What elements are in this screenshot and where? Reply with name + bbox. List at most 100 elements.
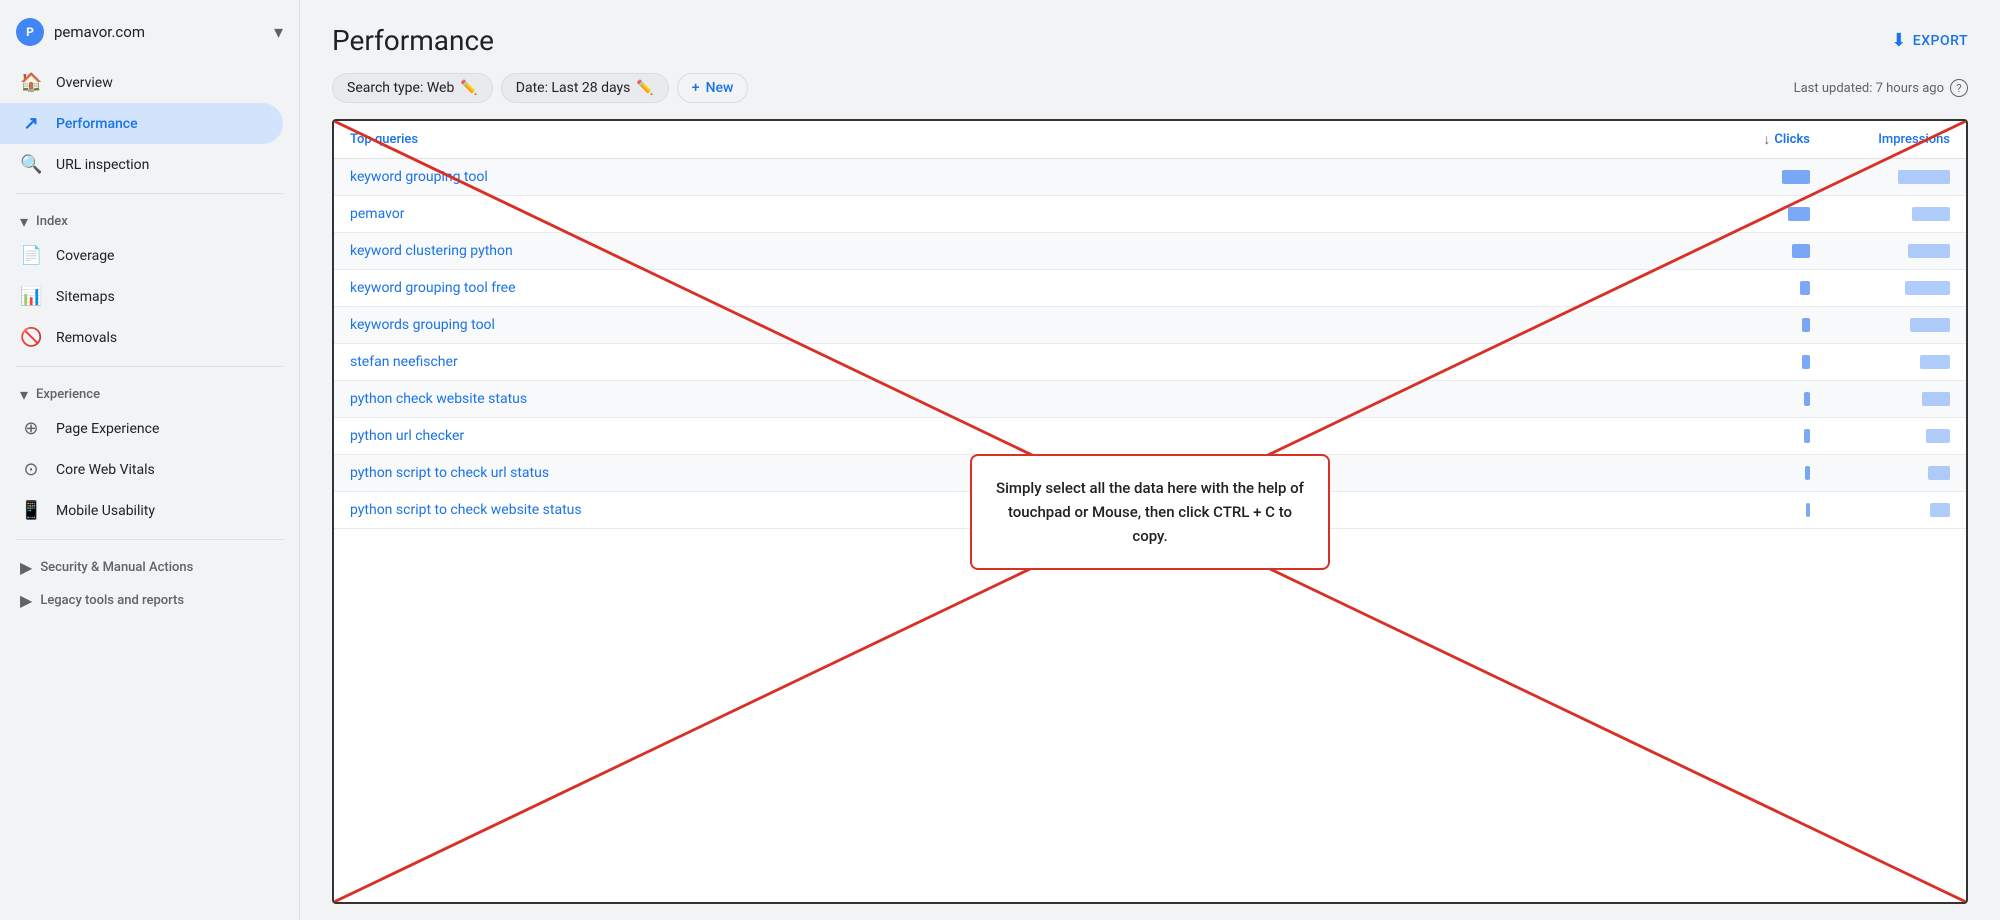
query-text: python url checker bbox=[350, 428, 1670, 444]
impressions-bar bbox=[1926, 429, 1950, 443]
help-icon[interactable]: ? bbox=[1950, 79, 1968, 97]
impressions-bar-cell bbox=[1810, 170, 1950, 184]
clicks-bar bbox=[1805, 466, 1810, 480]
mobile-usability-icon: 📱 bbox=[20, 500, 42, 521]
impressions-bar-cell bbox=[1810, 392, 1950, 406]
col-impressions-header[interactable]: Impressions bbox=[1810, 132, 1950, 147]
impressions-bar bbox=[1905, 281, 1950, 295]
search-type-filter[interactable]: Search type: Web ✏️ bbox=[332, 73, 493, 103]
clicks-bar bbox=[1800, 281, 1810, 295]
clicks-bar bbox=[1804, 392, 1810, 406]
page-experience-icon: ⊕ bbox=[20, 418, 42, 439]
sidebar-item-page-experience[interactable]: ⊕ Page Experience bbox=[0, 408, 283, 449]
instruction-tooltip: Simply select all the data here with the… bbox=[970, 454, 1330, 570]
removals-icon: 🚫 bbox=[20, 327, 42, 348]
tooltip-text: Simply select all the data here with the… bbox=[996, 479, 1304, 545]
site-name: pemavor.com bbox=[54, 23, 264, 41]
col-clicks-header[interactable]: ↓ Clicks bbox=[1670, 131, 1810, 148]
impressions-bar-cell bbox=[1810, 207, 1950, 221]
table-row[interactable]: python url checker bbox=[334, 418, 1966, 455]
clicks-bar bbox=[1782, 170, 1810, 184]
table-row[interactable]: keyword clustering python bbox=[334, 233, 1966, 270]
impressions-bar-cell bbox=[1810, 503, 1950, 517]
performance-icon: ↗ bbox=[20, 113, 42, 134]
export-icon: ⬇ bbox=[1891, 30, 1907, 51]
clicks-bar-cell bbox=[1670, 503, 1810, 517]
index-arrow-icon: ▾ bbox=[20, 212, 28, 231]
last-updated-text: Last updated: 7 hours ago bbox=[1794, 81, 1944, 96]
export-button[interactable]: ⬇ EXPORT bbox=[1891, 30, 1968, 51]
sidebar-item-removals-label: Removals bbox=[56, 330, 117, 346]
section-experience[interactable]: ▾ Experience bbox=[0, 375, 299, 408]
query-text: stefan neefischer bbox=[350, 354, 1670, 370]
section-security-manual[interactable]: ▶ Security & Manual Actions bbox=[0, 548, 299, 581]
query-table: Top queries ↓ Clicks Impressions keyword… bbox=[332, 119, 1968, 904]
impressions-bar-cell bbox=[1810, 355, 1950, 369]
impressions-bar-cell bbox=[1810, 318, 1950, 332]
table-row[interactable]: keyword grouping tool bbox=[334, 159, 1966, 196]
clicks-bar-cell bbox=[1670, 207, 1810, 221]
impressions-bar bbox=[1930, 503, 1950, 517]
divider-2 bbox=[16, 366, 283, 367]
date-filter[interactable]: Date: Last 28 days ✏️ bbox=[501, 73, 669, 103]
sidebar-item-performance[interactable]: ↗ Performance bbox=[0, 103, 283, 144]
clicks-bar-cell bbox=[1670, 281, 1810, 295]
query-text: keyword grouping tool free bbox=[350, 280, 1670, 296]
clicks-bar-cell bbox=[1670, 466, 1810, 480]
sidebar-item-core-web-vitals[interactable]: ⊙ Core Web Vitals bbox=[0, 449, 283, 490]
table-row[interactable]: keyword grouping tool free bbox=[334, 270, 1966, 307]
clicks-bar-cell bbox=[1670, 244, 1810, 258]
impressions-bar-cell bbox=[1810, 244, 1950, 258]
experience-arrow-icon: ▾ bbox=[20, 385, 28, 404]
clicks-bar-cell bbox=[1670, 355, 1810, 369]
impressions-bar bbox=[1910, 318, 1950, 332]
sidebar-item-url-inspection[interactable]: 🔍 URL inspection bbox=[0, 144, 283, 185]
query-text: pemavor bbox=[350, 206, 1670, 222]
sitemaps-icon: 📊 bbox=[20, 286, 42, 307]
divider-1 bbox=[16, 193, 283, 194]
new-filter-button[interactable]: + New bbox=[677, 73, 749, 103]
section-security-label: Security & Manual Actions bbox=[40, 560, 193, 575]
section-index-label: Index bbox=[36, 214, 68, 229]
impressions-bar-cell bbox=[1810, 429, 1950, 443]
sidebar-item-coverage[interactable]: 📄 Coverage bbox=[0, 235, 283, 276]
table-row[interactable]: stefan neefischer bbox=[334, 344, 1966, 381]
last-updated: Last updated: 7 hours ago ? bbox=[1794, 79, 1968, 97]
toolbar: Search type: Web ✏️ Date: Last 28 days ✏… bbox=[300, 73, 2000, 119]
date-edit-icon: ✏️ bbox=[636, 80, 653, 96]
impressions-bar-cell bbox=[1810, 281, 1950, 295]
clicks-bar bbox=[1802, 318, 1810, 332]
table-row[interactable]: keywords grouping tool bbox=[334, 307, 1966, 344]
sidebar-item-sitemaps[interactable]: 📊 Sitemaps bbox=[0, 276, 283, 317]
home-icon: 🏠 bbox=[20, 72, 42, 93]
section-index[interactable]: ▾ Index bbox=[0, 202, 299, 235]
clicks-bar bbox=[1792, 244, 1810, 258]
clicks-bar-cell bbox=[1670, 429, 1810, 443]
section-legacy-label: Legacy tools and reports bbox=[40, 593, 184, 608]
main-header: Performance ⬇ EXPORT bbox=[300, 0, 2000, 73]
impressions-bar bbox=[1898, 170, 1950, 184]
search-icon: 🔍 bbox=[20, 154, 42, 175]
new-label: New bbox=[706, 80, 734, 96]
date-label: Date: Last 28 days bbox=[516, 80, 631, 96]
query-text: keyword clustering python bbox=[350, 243, 1670, 259]
sidebar-item-core-web-vitals-label: Core Web Vitals bbox=[56, 462, 155, 478]
site-dropdown-arrow[interactable]: ▾ bbox=[274, 22, 283, 43]
new-icon: + bbox=[692, 80, 700, 96]
sidebar-item-mobile-usability[interactable]: 📱 Mobile Usability bbox=[0, 490, 283, 531]
sidebar-item-page-experience-label: Page Experience bbox=[56, 421, 159, 437]
table-row[interactable]: pemavor bbox=[334, 196, 1966, 233]
section-legacy-tools[interactable]: ▶ Legacy tools and reports bbox=[0, 581, 299, 614]
sidebar-item-sitemaps-label: Sitemaps bbox=[56, 289, 115, 305]
impressions-bar-cell bbox=[1810, 466, 1950, 480]
sidebar-item-coverage-label: Coverage bbox=[56, 248, 114, 264]
clicks-bar-cell bbox=[1670, 170, 1810, 184]
export-label: EXPORT bbox=[1913, 33, 1968, 49]
table-row[interactable]: python check website status bbox=[334, 381, 1966, 418]
query-text: keyword grouping tool bbox=[350, 169, 1670, 185]
query-text: keywords grouping tool bbox=[350, 317, 1670, 333]
sidebar-item-overview[interactable]: 🏠 Overview bbox=[0, 62, 283, 103]
col-query-header[interactable]: Top queries bbox=[350, 132, 1670, 147]
clicks-bar-cell bbox=[1670, 392, 1810, 406]
sidebar-item-removals[interactable]: 🚫 Removals bbox=[0, 317, 283, 358]
